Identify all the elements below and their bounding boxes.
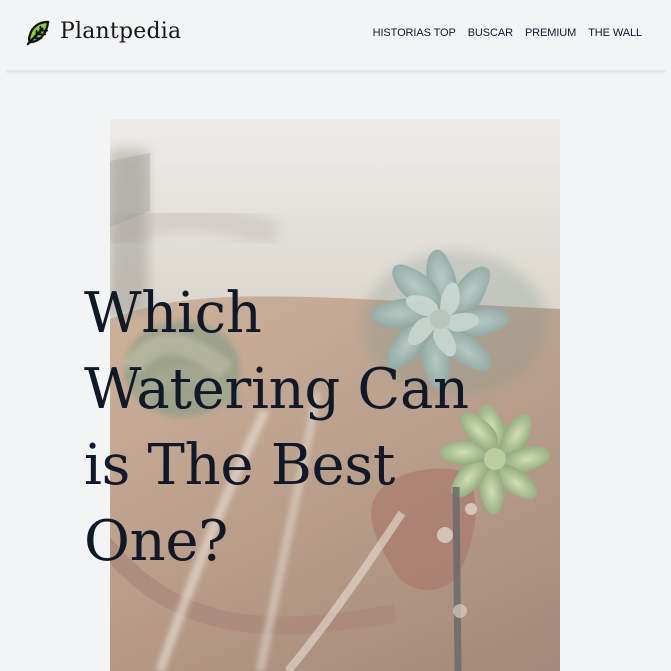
page: Plantpedia HISTORIAS TOP BUSCAR PREMIUM …: [0, 0, 671, 671]
article-title: Which Watering Can is The Best One?: [84, 281, 469, 574]
nav-premium-link[interactable]: PREMIUM: [525, 23, 576, 43]
nav-historias-top-link[interactable]: HISTORIAS TOP: [373, 23, 456, 43]
site-header: Plantpedia HISTORIAS TOP BUSCAR PREMIUM …: [0, 0, 671, 72]
nav-buscar-link[interactable]: BUSCAR: [468, 23, 513, 43]
main-navigation: HISTORIAS TOP BUSCAR PREMIUM THE WALL: [373, 23, 642, 43]
leaf-icon: [26, 20, 50, 45]
header-divider: [6, 70, 665, 72]
nav-the-wall-link[interactable]: THE WALL: [588, 23, 642, 43]
brand-name: Plantpedia: [60, 19, 182, 44]
brand-link[interactable]: Plantpedia: [25, 17, 181, 47]
